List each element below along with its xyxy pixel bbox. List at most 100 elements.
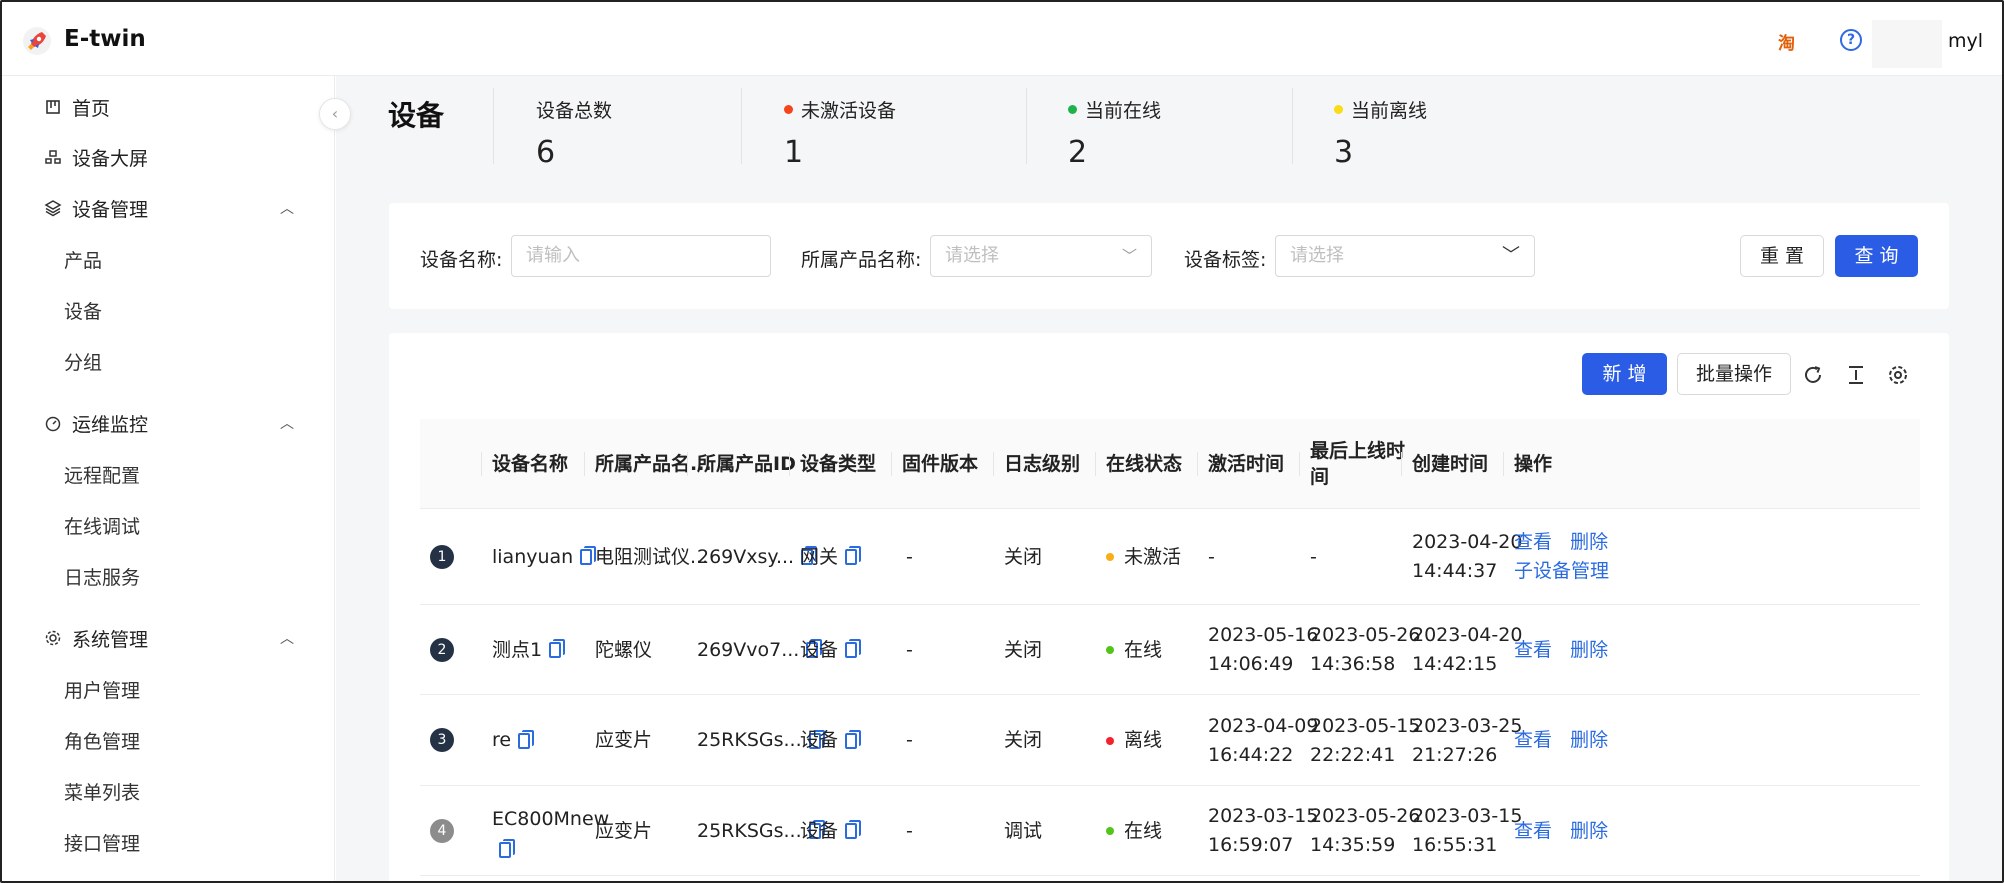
column-header[interactable]: 操作 bbox=[1514, 419, 1552, 509]
device-type-cell: 设备 bbox=[800, 605, 862, 695]
view-link[interactable]: 查看 bbox=[1514, 726, 1552, 755]
delete-link[interactable]: 删除 bbox=[1570, 726, 1608, 755]
refresh-icon[interactable] bbox=[1802, 364, 1824, 386]
chevron-up-icon: ︿ bbox=[280, 631, 294, 647]
date-text: 2023-05-26 bbox=[1310, 805, 1421, 827]
product-name-select[interactable]: 请选择 ﹀ bbox=[930, 235, 1152, 277]
copy-icon[interactable] bbox=[518, 729, 535, 749]
stat-value: 2 bbox=[1068, 135, 1088, 170]
copy-icon[interactable] bbox=[845, 639, 862, 658]
batch-operation-button[interactable]: 批量操作 bbox=[1677, 353, 1791, 395]
sidebar-item-dashboard[interactable]: 设备大屏 bbox=[2, 134, 335, 180]
copy-icon[interactable] bbox=[499, 838, 515, 858]
device-name-cell: lianyuan bbox=[492, 509, 597, 605]
column-header[interactable]: 所属产品ID bbox=[697, 419, 796, 509]
product-id: 269Vxsy... bbox=[697, 545, 795, 568]
sidebar-item-system-management[interactable]: 系统管理 ︿ bbox=[2, 615, 335, 661]
query-button[interactable]: 查 询 bbox=[1835, 235, 1918, 277]
created-time-cell: 2023-03-25 21:27:26 bbox=[1412, 695, 1522, 786]
status-dot bbox=[1068, 105, 1077, 114]
view-link[interactable]: 查看 bbox=[1514, 817, 1552, 846]
device-type: 网关 bbox=[800, 545, 839, 568]
column-header[interactable]: 最后上线时间 bbox=[1310, 419, 1406, 509]
settings-icon[interactable] bbox=[1887, 364, 1909, 386]
sidebar-item-device[interactable]: 设备 bbox=[64, 289, 102, 335]
date-text: 2023-04-09 bbox=[1208, 714, 1319, 737]
sub-device-management-link[interactable]: 子设备管理 bbox=[1514, 557, 1609, 586]
sidebar-item-menu-list[interactable]: 菜单列表 bbox=[64, 770, 140, 816]
device-type: 设备 bbox=[800, 819, 839, 842]
sidebar-item-role-management[interactable]: 角色管理 bbox=[64, 719, 140, 765]
copy-icon[interactable] bbox=[549, 639, 566, 658]
column-divider bbox=[1299, 452, 1300, 476]
avatar[interactable] bbox=[1872, 20, 1942, 68]
chevron-up-icon: ︿ bbox=[280, 201, 294, 217]
firmware-cell: - bbox=[906, 819, 913, 842]
column-header[interactable]: 设备名称 bbox=[492, 419, 568, 509]
add-button[interactable]: 新 增 bbox=[1582, 353, 1667, 395]
date-text: - bbox=[1310, 545, 1317, 568]
sidebar-item-device-management[interactable]: 设备管理 ︿ bbox=[2, 185, 335, 231]
reset-button[interactable]: 重 置 bbox=[1740, 235, 1824, 277]
column-header[interactable]: 所属产品名... bbox=[595, 419, 712, 509]
date-text: - bbox=[1208, 545, 1215, 568]
sidebar-item-group[interactable]: 分组 bbox=[64, 340, 102, 386]
column-header[interactable]: 激活时间 bbox=[1208, 419, 1284, 509]
row-index: 1 bbox=[430, 545, 454, 569]
column-divider bbox=[1197, 452, 1198, 476]
copy-icon[interactable] bbox=[845, 820, 862, 839]
device-name: EC800Mnew bbox=[492, 807, 610, 830]
device-name-input[interactable]: 请输入 bbox=[511, 235, 771, 277]
firmware-cell: - bbox=[906, 729, 913, 751]
help-icon[interactable]: ? bbox=[1840, 29, 1862, 51]
username[interactable]: myl bbox=[1948, 30, 1983, 52]
copy-icon[interactable] bbox=[845, 546, 862, 565]
last-online-cell: 2023-05-15 22:22:41 bbox=[1310, 695, 1420, 786]
time-text: 14:35:59 bbox=[1310, 834, 1396, 856]
sidebar-item-product[interactable]: 产品 bbox=[64, 238, 102, 284]
last-online-cell: - bbox=[1310, 509, 1317, 605]
stats-bar: 设备 设备总数 6 未激活设备 1 当前在线 2 当前离线 3 bbox=[336, 76, 2002, 196]
sidebar-item-ops-monitor[interactable]: 运维监控 ︿ bbox=[2, 400, 335, 446]
density-icon[interactable] bbox=[1845, 364, 1867, 386]
delete-link[interactable]: 删除 bbox=[1570, 636, 1608, 665]
delete-link[interactable]: 删除 bbox=[1570, 817, 1608, 846]
view-link[interactable]: 查看 bbox=[1514, 531, 1552, 553]
sidebar-item-online-debug[interactable]: 在线调试 bbox=[64, 504, 140, 550]
taobao-icon[interactable]: 淘 bbox=[1778, 29, 1795, 54]
sidebar-item-label: 系统管理 bbox=[72, 628, 149, 651]
column-header[interactable]: 设备类型 bbox=[800, 419, 876, 509]
column-header[interactable]: 创建时间 bbox=[1412, 419, 1488, 509]
device-tag-select[interactable]: 请选择 ﹀ bbox=[1275, 235, 1535, 277]
date-text: 2023-05-15 bbox=[1310, 714, 1421, 737]
copy-icon[interactable] bbox=[580, 546, 597, 565]
column-divider bbox=[891, 452, 892, 476]
view-link[interactable]: 查看 bbox=[1514, 636, 1552, 665]
sidebar-item-remote-config[interactable]: 远程配置 bbox=[64, 453, 140, 499]
sidebar-item-log-service[interactable]: 日志服务 bbox=[64, 555, 140, 601]
product-id: 25RKSGs... bbox=[697, 819, 802, 842]
column-header[interactable]: 在线状态 bbox=[1106, 419, 1182, 509]
status-cell: 离线 bbox=[1106, 695, 1162, 786]
delete-link[interactable]: 删除 bbox=[1570, 531, 1608, 553]
divider bbox=[1292, 88, 1293, 164]
time-text: 16:55:31 bbox=[1412, 834, 1498, 856]
stat-label: 设备总数 bbox=[536, 100, 613, 122]
sidebar-collapse-button[interactable]: ‹ bbox=[319, 98, 351, 130]
device-tag-placeholder: 请选择 bbox=[1290, 245, 1344, 266]
column-header[interactable]: 固件版本 bbox=[902, 419, 978, 509]
created-time-cell: 2023-04-20 14:42:15 bbox=[1412, 605, 1522, 695]
log-level-cell: 关闭 bbox=[1004, 729, 1043, 751]
last-online-cell: 2023-05-26 14:36:58 bbox=[1310, 605, 1420, 695]
product-id-cell: 269Vxsy... bbox=[697, 509, 818, 605]
column-divider bbox=[1095, 452, 1096, 476]
column-divider bbox=[789, 452, 790, 476]
activated-time-cell: - bbox=[1208, 509, 1215, 605]
sidebar-item-label: 设备大屏 bbox=[72, 147, 149, 170]
sidebar-item-home[interactable]: 首页 bbox=[2, 84, 335, 130]
copy-icon[interactable] bbox=[845, 729, 862, 749]
sidebar-item-user-management[interactable]: 用户管理 bbox=[64, 668, 140, 714]
sidebar-item-api-management[interactable]: 接口管理 bbox=[64, 821, 140, 867]
stat-offline: 当前离线 3 bbox=[1334, 96, 1427, 170]
column-header[interactable]: 日志级别 bbox=[1004, 419, 1080, 509]
